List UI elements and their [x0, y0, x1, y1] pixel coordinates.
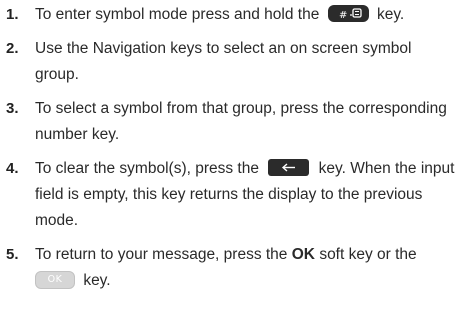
step-text-after: key. [376, 6, 405, 23]
ok-key-label: OK [47, 273, 63, 285]
step-text-after: key. When the input [318, 160, 455, 177]
step-line-1: Use the Navigation keys to select an on … [35, 40, 412, 57]
step-text-before: To return to your message, press the [35, 246, 288, 263]
step-number: 4. [6, 160, 19, 177]
step-line-2: group. [35, 66, 79, 83]
step-line-3: mode. [35, 212, 79, 229]
step-text-before: To clear the symbol(s), press the [35, 160, 259, 177]
step-line-1: To return to your message, press the OK … [35, 242, 472, 268]
step-text: Use the Navigation keys to select an on … [35, 36, 472, 88]
ok-key-icon: OK [35, 270, 75, 289]
step-line-2: OK key. [35, 268, 472, 294]
step-number: 2. [6, 40, 19, 57]
step-text: To clear the symbol(s), press the key. W… [35, 156, 472, 234]
step-text: To enter symbol mode press and hold the … [35, 2, 472, 28]
ok-softkey-label: OK [291, 246, 315, 263]
step-text: To return to your message, press the OK … [35, 242, 472, 294]
step-number: 3. [6, 100, 19, 117]
step-text: To select a symbol from that group, pres… [35, 96, 472, 148]
step-number: 1. [6, 6, 19, 23]
step-number: 5. [6, 246, 19, 263]
step-line-1: To select a symbol from that group, pres… [35, 100, 447, 117]
step-line-2: field is empty, this key returns the dis… [35, 186, 423, 203]
step-text-after-key: key. [83, 272, 111, 289]
step-text-before: To enter symbol mode press and hold the [35, 6, 320, 23]
step-line-2: number key. [35, 126, 120, 143]
back-clear-key-icon [268, 159, 310, 177]
step-line-1: To clear the symbol(s), press the key. W… [35, 156, 472, 182]
step-text-after: soft key or the [319, 246, 417, 263]
hash-symbol-key-icon: # [327, 5, 369, 23]
svg-text:#: # [339, 10, 347, 21]
